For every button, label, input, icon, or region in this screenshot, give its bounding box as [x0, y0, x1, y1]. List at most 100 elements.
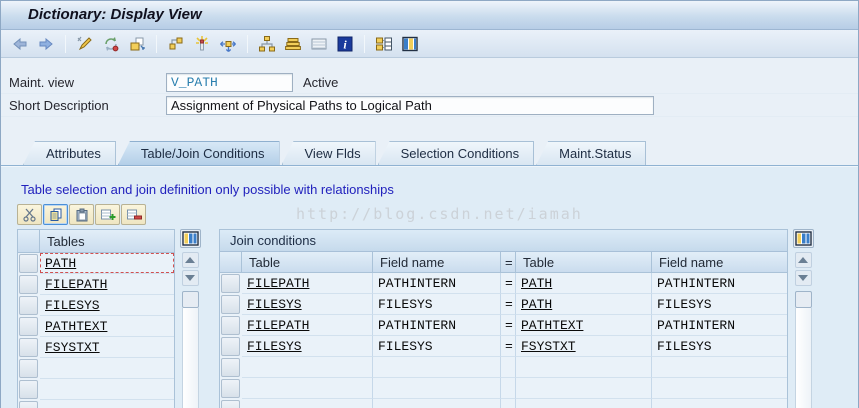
row-selector-button[interactable]: [19, 275, 38, 294]
join-cell[interactable]: PATHINTERN: [652, 273, 787, 294]
join-cell[interactable]: FILESYS: [652, 294, 787, 315]
table-link[interactable]: FILEPATH: [247, 276, 309, 291]
table-link[interactable]: FILESYS: [247, 297, 302, 312]
table-link[interactable]: PATH: [521, 297, 552, 312]
scroll-down-icon[interactable]: [794, 270, 812, 286]
table-name-cell[interactable]: FSYSTXT: [40, 337, 174, 358]
tab-maint-status[interactable]: Maint.Status: [536, 141, 647, 165]
row-selector-button[interactable]: [221, 337, 240, 356]
table-link[interactable]: FILEPATH: [247, 318, 309, 333]
join-cell[interactable]: [652, 399, 787, 408]
join-cell[interactable]: PATH: [516, 294, 652, 315]
scrollbar-track[interactable]: [181, 308, 199, 408]
join-cell[interactable]: PATHINTERN: [652, 315, 787, 336]
join-cell[interactable]: =: [501, 294, 516, 315]
tab-view-flds[interactable]: View Flds: [281, 141, 376, 165]
row-selector-button[interactable]: [19, 317, 38, 336]
row-selector-button[interactable]: [19, 338, 38, 357]
insert-row-icon[interactable]: [95, 204, 120, 225]
table-link[interactable]: PATH: [521, 276, 552, 291]
row-selector-button[interactable]: [221, 400, 240, 408]
row-selector-button[interactable]: [19, 380, 38, 399]
join-cell[interactable]: [242, 399, 373, 408]
join-cell[interactable]: [516, 357, 652, 378]
join-cell[interactable]: =: [501, 336, 516, 357]
join-cell[interactable]: [652, 378, 787, 399]
scrollbar-track[interactable]: [794, 308, 812, 408]
table-name-cell[interactable]: [40, 379, 174, 400]
join-cell[interactable]: [242, 378, 373, 399]
maint-view-field[interactable]: V_PATH: [166, 72, 293, 92]
row-selector-button[interactable]: [221, 295, 240, 314]
objects-link-icon[interactable]: [165, 33, 187, 55]
grid-icon[interactable]: [399, 33, 421, 55]
table-link[interactable]: PATHTEXT: [45, 319, 107, 334]
table-name-cell[interactable]: PATHTEXT: [40, 316, 174, 337]
join-cell[interactable]: [516, 399, 652, 408]
scrollbar-thumb[interactable]: [794, 291, 812, 308]
structure-icon[interactable]: [373, 33, 395, 55]
join-cell[interactable]: [516, 378, 652, 399]
join-cell[interactable]: PATHINTERN: [373, 273, 501, 294]
join-cell[interactable]: [501, 378, 516, 399]
row-selector-button[interactable]: [221, 358, 240, 377]
join-cell[interactable]: [373, 399, 501, 408]
join-cell[interactable]: FILESYS: [652, 336, 787, 357]
table-name-cell[interactable]: FILEPATH: [40, 274, 174, 295]
join-cell[interactable]: [373, 357, 501, 378]
join-cell[interactable]: FILESYS: [373, 336, 501, 357]
display-change-icon[interactable]: [74, 33, 96, 55]
cut-icon[interactable]: [17, 204, 42, 225]
copy-object-icon[interactable]: [126, 33, 148, 55]
table-name-cell[interactable]: FILESYS: [40, 295, 174, 316]
join-cell[interactable]: [242, 357, 373, 378]
join-cell[interactable]: [501, 357, 516, 378]
scroll-up-icon[interactable]: [794, 252, 812, 268]
join-cell[interactable]: PATH: [516, 273, 652, 294]
join-cell[interactable]: [501, 399, 516, 408]
forward-icon[interactable]: [35, 33, 57, 55]
row-selector-button[interactable]: [221, 379, 240, 398]
hierarchy-icon[interactable]: [256, 33, 278, 55]
stack-icon[interactable]: [282, 33, 304, 55]
scroll-down-icon[interactable]: [181, 270, 199, 286]
tab-table-join-conditions[interactable]: Table/Join Conditions: [117, 141, 280, 165]
scrollbar-thumb[interactable]: [181, 291, 199, 308]
column-config-icon[interactable]: [792, 229, 814, 248]
table-link[interactable]: FILEPATH: [45, 277, 107, 292]
tab-selection-conditions[interactable]: Selection Conditions: [377, 141, 535, 165]
table-link[interactable]: PATHTEXT: [521, 318, 583, 333]
join-cell[interactable]: FILEPATH: [242, 315, 373, 336]
join-cell[interactable]: =: [501, 315, 516, 336]
list-icon[interactable]: [308, 33, 330, 55]
row-selector-button[interactable]: [19, 401, 38, 408]
table-link[interactable]: FSYSTXT: [521, 339, 576, 354]
table-link[interactable]: PATH: [45, 256, 76, 271]
join-cell[interactable]: FILESYS: [373, 294, 501, 315]
table-name-cell[interactable]: [40, 358, 174, 379]
table-name-cell[interactable]: [40, 400, 174, 408]
back-icon[interactable]: [9, 33, 31, 55]
delete-row-icon[interactable]: [121, 204, 146, 225]
distribute-icon[interactable]: [217, 33, 239, 55]
short-description-field[interactable]: Assignment of Physical Paths to Logical …: [166, 95, 654, 115]
tab-attributes[interactable]: Attributes: [23, 141, 116, 165]
paste-icon[interactable]: [69, 204, 94, 225]
table-link[interactable]: FILESYS: [45, 298, 100, 313]
row-selector-button[interactable]: [19, 296, 38, 315]
join-cell[interactable]: FILEPATH: [242, 273, 373, 294]
row-selector-button[interactable]: [19, 254, 38, 273]
join-cell[interactable]: =: [501, 273, 516, 294]
join-cell[interactable]: [652, 357, 787, 378]
scroll-up-icon[interactable]: [181, 252, 199, 268]
join-cell[interactable]: FSYSTXT: [516, 336, 652, 357]
info-icon[interactable]: i: [334, 33, 356, 55]
table-name-cell[interactable]: PATH: [40, 253, 174, 274]
join-cell[interactable]: [373, 378, 501, 399]
copy-icon[interactable]: [43, 204, 68, 225]
table-link[interactable]: FILESYS: [247, 339, 302, 354]
join-cell[interactable]: PATHINTERN: [373, 315, 501, 336]
table-link[interactable]: FSYSTXT: [45, 340, 100, 355]
row-selector-button[interactable]: [19, 359, 38, 378]
refresh-icon[interactable]: [100, 33, 122, 55]
